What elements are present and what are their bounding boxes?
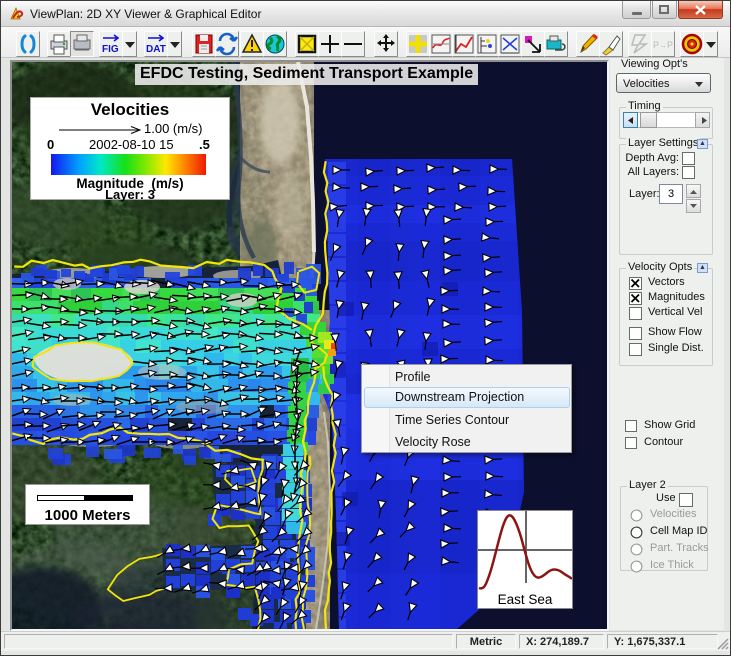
svg-text:FIG: FIG	[102, 44, 119, 55]
svg-text:P→P: P→P	[653, 40, 673, 50]
